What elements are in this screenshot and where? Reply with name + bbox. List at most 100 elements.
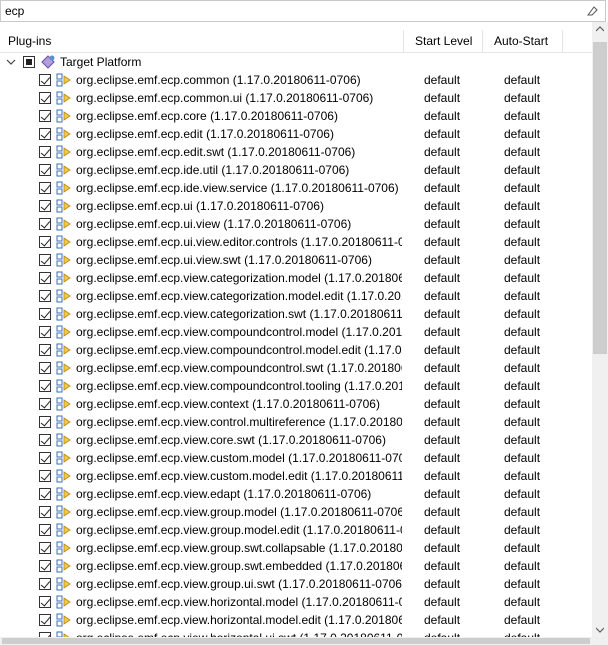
plugin-row[interactable]: org.eclipse.emf.ecp.view.compoundcontrol… xyxy=(0,323,592,341)
start-level-cell[interactable]: default xyxy=(424,557,460,575)
auto-start-cell[interactable]: default xyxy=(504,287,540,305)
header-auto-start[interactable]: Auto-Start xyxy=(494,30,548,52)
plugin-row[interactable]: org.eclipse.emf.ecp.edit (1.17.0.2018061… xyxy=(0,125,592,143)
start-level-cell[interactable]: default xyxy=(424,107,460,125)
start-level-cell[interactable]: default xyxy=(424,395,460,413)
plugin-checkbox[interactable] xyxy=(39,182,51,194)
filter-box[interactable] xyxy=(0,0,606,22)
plugin-checkbox[interactable] xyxy=(39,380,51,392)
plugin-tree[interactable]: Target Platform org.eclipse.emf.ecp.comm… xyxy=(0,53,592,637)
auto-start-cell[interactable]: default xyxy=(504,593,540,611)
plugin-checkbox[interactable] xyxy=(39,164,51,176)
plugin-row[interactable]: org.eclipse.emf.ecp.common (1.17.0.20180… xyxy=(0,71,592,89)
start-level-cell[interactable]: default xyxy=(424,125,460,143)
start-level-cell[interactable]: default xyxy=(424,467,460,485)
start-level-cell[interactable]: default xyxy=(424,233,460,251)
plugin-checkbox[interactable] xyxy=(39,218,51,230)
plugin-checkbox[interactable] xyxy=(39,362,51,374)
auto-start-cell[interactable]: default xyxy=(504,341,540,359)
start-level-cell[interactable]: default xyxy=(424,305,460,323)
plugin-checkbox[interactable] xyxy=(39,200,51,212)
plugin-checkbox[interactable] xyxy=(39,92,51,104)
header-start-level[interactable]: Start Level xyxy=(415,30,472,52)
auto-start-cell[interactable]: default xyxy=(504,413,540,431)
plugin-checkbox[interactable] xyxy=(39,254,51,266)
start-level-cell[interactable]: default xyxy=(424,539,460,557)
auto-start-cell[interactable]: default xyxy=(504,395,540,413)
plugin-row[interactable]: org.eclipse.emf.ecp.view.categorization.… xyxy=(0,305,592,323)
auto-start-cell[interactable]: default xyxy=(504,449,540,467)
auto-start-cell[interactable]: default xyxy=(504,467,540,485)
plugin-row[interactable]: org.eclipse.emf.ecp.view.custom.model.ed… xyxy=(0,467,592,485)
header-divider[interactable] xyxy=(403,30,404,52)
plugin-checkbox[interactable] xyxy=(39,110,51,122)
plugin-row[interactable]: org.eclipse.emf.ecp.edit.swt (1.17.0.201… xyxy=(0,143,592,161)
auto-start-cell[interactable]: default xyxy=(504,215,540,233)
plugin-checkbox[interactable] xyxy=(39,560,51,572)
plugin-checkbox[interactable] xyxy=(39,596,51,608)
start-level-cell[interactable]: default xyxy=(424,377,460,395)
auto-start-cell[interactable]: default xyxy=(504,503,540,521)
plugin-checkbox[interactable] xyxy=(39,272,51,284)
header-divider[interactable] xyxy=(482,30,483,52)
plugin-row[interactable]: org.eclipse.emf.ecp.ui.view.editor.contr… xyxy=(0,233,592,251)
plugin-checkbox[interactable] xyxy=(39,74,51,86)
start-level-cell[interactable]: default xyxy=(424,161,460,179)
start-level-cell[interactable]: default xyxy=(424,611,460,629)
auto-start-cell[interactable]: default xyxy=(504,89,540,107)
filter-input[interactable] xyxy=(5,3,565,19)
plugin-row[interactable]: org.eclipse.emf.ecp.view.horizontal.mode… xyxy=(0,593,592,611)
auto-start-cell[interactable]: default xyxy=(504,161,540,179)
plugin-row[interactable]: org.eclipse.emf.ecp.view.group.model (1.… xyxy=(0,503,592,521)
header-plugins[interactable]: Plug-ins xyxy=(8,30,51,52)
auto-start-cell[interactable]: default xyxy=(504,125,540,143)
scroll-down-icon[interactable] xyxy=(596,627,604,633)
plugin-row[interactable]: org.eclipse.emf.ecp.view.compoundcontrol… xyxy=(0,341,592,359)
plugin-checkbox[interactable] xyxy=(39,290,51,302)
start-level-cell[interactable]: default xyxy=(424,89,460,107)
clear-filter-icon[interactable] xyxy=(585,4,599,18)
plugin-checkbox[interactable] xyxy=(39,416,51,428)
start-level-cell[interactable]: default xyxy=(424,251,460,269)
start-level-cell[interactable]: default xyxy=(424,71,460,89)
auto-start-cell[interactable]: default xyxy=(504,359,540,377)
plugin-checkbox[interactable] xyxy=(39,542,51,554)
start-level-cell[interactable]: default xyxy=(424,503,460,521)
auto-start-cell[interactable]: default xyxy=(504,575,540,593)
scroll-up-icon[interactable] xyxy=(596,26,604,32)
plugin-row[interactable]: org.eclipse.emf.ecp.view.edapt (1.17.0.2… xyxy=(0,485,592,503)
auto-start-cell[interactable]: default xyxy=(504,143,540,161)
plugin-checkbox[interactable] xyxy=(39,434,51,446)
auto-start-cell[interactable]: default xyxy=(504,107,540,125)
plugin-row[interactable]: org.eclipse.emf.ecp.view.custom.model (1… xyxy=(0,449,592,467)
plugin-row[interactable]: org.eclipse.emf.ecp.ui.view.swt (1.17.0.… xyxy=(0,251,592,269)
start-level-cell[interactable]: default xyxy=(424,341,460,359)
plugin-row[interactable]: org.eclipse.emf.ecp.view.compoundcontrol… xyxy=(0,359,592,377)
auto-start-cell[interactable]: default xyxy=(504,629,540,637)
plugin-checkbox[interactable] xyxy=(39,614,51,626)
plugin-row[interactable]: org.eclipse.emf.ecp.common.ui (1.17.0.20… xyxy=(0,89,592,107)
tree-root-row[interactable]: Target Platform xyxy=(0,53,592,71)
start-level-cell[interactable]: default xyxy=(424,287,460,305)
start-level-cell[interactable]: default xyxy=(424,215,460,233)
auto-start-cell[interactable]: default xyxy=(504,377,540,395)
auto-start-cell[interactable]: default xyxy=(504,521,540,539)
auto-start-cell[interactable]: default xyxy=(504,71,540,89)
plugin-row[interactable]: org.eclipse.emf.ecp.ide.util (1.17.0.201… xyxy=(0,161,592,179)
start-level-cell[interactable]: default xyxy=(424,449,460,467)
start-level-cell[interactable]: default xyxy=(424,323,460,341)
start-level-cell[interactable]: default xyxy=(424,575,460,593)
start-level-cell[interactable]: default xyxy=(424,359,460,377)
plugin-row[interactable]: org.eclipse.emf.ecp.view.categorization.… xyxy=(0,269,592,287)
header-divider[interactable] xyxy=(562,30,563,52)
plugin-row[interactable]: org.eclipse.emf.ecp.view.group.swt.embed… xyxy=(0,557,592,575)
plugin-checkbox[interactable] xyxy=(39,470,51,482)
plugin-checkbox[interactable] xyxy=(39,308,51,320)
plugin-checkbox[interactable] xyxy=(39,344,51,356)
hscrollbar-thumb[interactable] xyxy=(2,638,590,644)
plugin-row[interactable]: org.eclipse.emf.ecp.view.categorization.… xyxy=(0,287,592,305)
plugin-row[interactable]: org.eclipse.emf.ecp.view.context (1.17.0… xyxy=(0,395,592,413)
scrollbar-thumb[interactable] xyxy=(593,42,607,354)
plugin-checkbox[interactable] xyxy=(39,578,51,590)
start-level-cell[interactable]: default xyxy=(424,431,460,449)
